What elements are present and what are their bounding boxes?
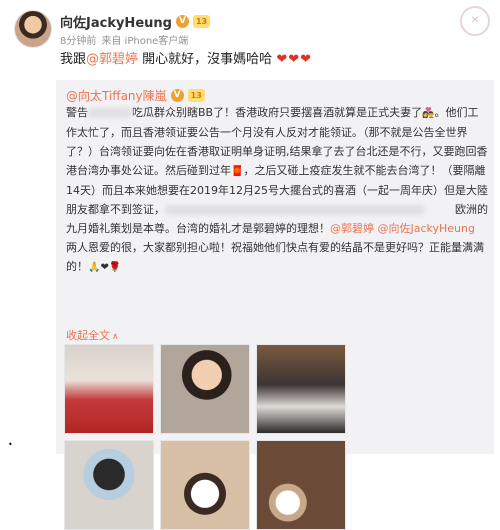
level-badge: 13 [192, 15, 211, 28]
author-avatar[interactable] [14, 10, 52, 48]
repost-card: @向太Tiffany陳嵐 V 13 警告 吃瓜群众别瞎BB了！香港政府只要摆喜酒就… [56, 80, 494, 530]
post-text-suffix: 開心就好，沒事媽哈哈 [138, 52, 273, 67]
collapse-label: 收起全文 [66, 329, 110, 342]
post-meta: 8分钟前 来自 iPhone客户端 [60, 32, 188, 47]
couple-emoji: 👩‍❤️‍👨 [422, 108, 435, 119]
redacted-text [88, 108, 132, 118]
repost-text-5: 两人恩爱的很，大家都别担心啦！祝福她他们快点有爱的结晶不是更好吗？正能量满满的！ [66, 241, 484, 273]
red-envelope-emoji: 🧧 [231, 166, 244, 177]
repost-author: @向太Tiffany陳嵐 V 13 [66, 87, 205, 104]
post-mention-link[interactable]: @郭碧婷 [86, 52, 138, 67]
photo-thumbnail[interactable] [64, 344, 154, 434]
photo-thumbnail[interactable] [64, 440, 154, 530]
repost-text-1: 吃瓜群众别瞎BB了！香港政府只要摆喜酒就算是正式夫妻了 [132, 106, 423, 119]
bullet-dot: • [8, 440, 13, 449]
collapse-full-text-button[interactable]: 收起全文 ∧ [66, 327, 119, 343]
hearts-emoji: ❤❤❤ [276, 52, 312, 67]
chevron-up-icon: ∧ [112, 332, 119, 342]
post-author: 向佐JackyHeung V 13 [60, 12, 211, 31]
photo-thumbnail[interactable] [256, 440, 346, 530]
redacted-text-2 [165, 205, 425, 215]
repost-text-4: 九月婚礼策划是本尊。台湾的婚礼才是郭碧婷的理想！ [66, 222, 330, 235]
photo-thumbnail[interactable] [256, 344, 346, 434]
post-text-prefix: 我跟 [60, 52, 87, 67]
repost-text-europe: 欧洲的 [455, 203, 488, 216]
repost-text-warning: 警告 [66, 106, 88, 119]
repost-text: 警告 吃瓜群众别瞎BB了！香港政府只要摆喜酒就算是正式夫妻了👩‍❤️‍👨。他们工作… [66, 103, 488, 277]
end-emojis: 🙏❤🌹 [88, 262, 122, 273]
post-source: 来自 iPhone客户端 [101, 36, 189, 47]
repost-mention-1[interactable]: @郭碧婷 [330, 222, 374, 235]
repost-level-badge: 13 [187, 89, 205, 102]
repost-author-link[interactable]: @向太Tiffany陳嵐 [66, 87, 167, 104]
photo-thumbnail[interactable] [160, 344, 250, 434]
author-name[interactable]: 向佐JackyHeung [60, 12, 172, 31]
repost-verified-badge-icon: V [170, 89, 184, 102]
verified-badge-icon: V [175, 15, 189, 28]
photo-thumbnail[interactable] [160, 440, 250, 530]
repost-mention-2[interactable]: @向佐JackyHeung [378, 222, 476, 235]
post-text: 我跟@郭碧婷 開心就好，沒事媽哈哈 ❤❤❤ [60, 50, 490, 70]
watermark-stamp-icon: ✕ [460, 6, 490, 36]
post-time: 8分钟前 [60, 36, 97, 47]
